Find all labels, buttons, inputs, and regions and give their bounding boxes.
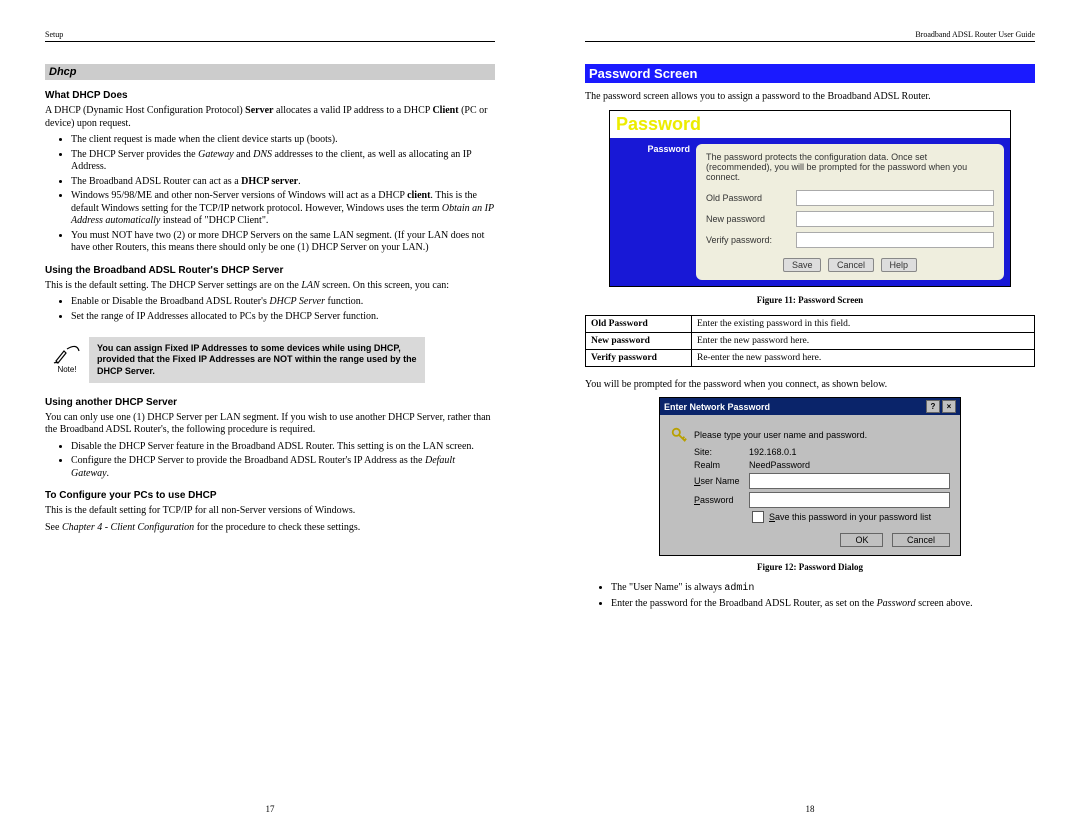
list-item: Enable or Disable the Broadband ADSL Rou… bbox=[71, 296, 495, 309]
password-intro: The password screen allows you to assign… bbox=[585, 91, 1035, 104]
old-password-input[interactable] bbox=[796, 190, 994, 206]
two-page-spread: Setup Dhcp What DHCP Does A DHCP (Dynami… bbox=[0, 0, 1080, 834]
page-header: Broadband ADSL Router User Guide bbox=[585, 30, 1035, 39]
password-notes: The "User Name" is always admin Enter th… bbox=[585, 582, 1035, 610]
list-item: The Broadband ADSL Router can act as a D… bbox=[71, 176, 495, 189]
cancel-button[interactable]: Cancel bbox=[828, 258, 874, 272]
help-button[interactable]: Help bbox=[881, 258, 918, 272]
dialog-message: Please type your user name and password. bbox=[694, 430, 867, 440]
list-item: The client request is made when the clie… bbox=[71, 134, 495, 147]
password-input[interactable] bbox=[749, 492, 950, 508]
list-item: The "User Name" is always admin bbox=[611, 582, 1035, 596]
heading-other-dhcp: Using another DHCP Server bbox=[45, 397, 495, 408]
verify-password-input[interactable] bbox=[796, 232, 994, 248]
password-label: Password bbox=[694, 495, 749, 505]
table-row: Old PasswordEnter the existing password … bbox=[586, 315, 1035, 332]
other-dhcp-desc: You can only use one (1) DHCP Server per… bbox=[45, 412, 495, 437]
figure-11-caption: Figure 11: Password Screen bbox=[585, 295, 1035, 305]
list-item: The DHCP Server provides the Gateway and… bbox=[71, 149, 495, 174]
page-number-right: 18 bbox=[585, 804, 1035, 814]
router-dhcp-desc: This is the default setting. The DHCP Se… bbox=[45, 280, 495, 293]
table-row: New passwordEnter the new password here. bbox=[586, 332, 1035, 349]
note-box: Note! You can assign Fixed IP Addresses … bbox=[45, 337, 495, 383]
new-password-input[interactable] bbox=[796, 211, 994, 227]
dhcp-bullets: The client request is made when the clie… bbox=[45, 134, 495, 255]
list-item: Disable the DHCP Server feature in the B… bbox=[71, 441, 495, 454]
list-item: You must NOT have two (2) or more DHCP S… bbox=[71, 230, 495, 255]
left-page: Setup Dhcp What DHCP Does A DHCP (Dynami… bbox=[0, 0, 540, 834]
header-right: Broadband ADSL Router User Guide bbox=[915, 30, 1035, 39]
table-row: Verify passwordRe-enter the new password… bbox=[586, 349, 1035, 366]
username-input[interactable] bbox=[749, 473, 950, 489]
key-icon bbox=[670, 426, 688, 444]
list-item: Enter the password for the Broadband ADS… bbox=[611, 598, 1035, 611]
realm-value: NeedPassword bbox=[749, 460, 950, 470]
password-prompt-text: You will be prompted for the password wh… bbox=[585, 379, 1035, 392]
new-password-label: New password bbox=[706, 214, 796, 224]
header-left: Setup bbox=[45, 30, 63, 39]
list-item: Windows 95/98/ME and other non-Server ve… bbox=[71, 190, 495, 228]
close-icon[interactable]: × bbox=[942, 400, 956, 413]
list-item: Configure the DHCP Server to provide the… bbox=[71, 455, 495, 480]
password-ui-title: Password bbox=[610, 111, 1010, 138]
dhcp-description: A DHCP (Dynamic Host Configuration Proto… bbox=[45, 105, 495, 130]
heading-using-router-dhcp: Using the Broadband ADSL Router's DHCP S… bbox=[45, 265, 495, 276]
heading-what-dhcp: What DHCP Does bbox=[45, 90, 495, 101]
section-heading-dhcp: Dhcp bbox=[45, 64, 495, 80]
verify-password-label: Verify password: bbox=[706, 235, 796, 245]
heading-config-pcs: To Configure your PCs to use DHCP bbox=[45, 490, 495, 501]
password-screenshot: Password Password The password protects … bbox=[609, 110, 1011, 287]
save-password-label: Save this password in your password list bbox=[769, 512, 931, 522]
section-heading-password: Password Screen bbox=[585, 64, 1035, 83]
page-header: Setup bbox=[45, 30, 495, 39]
save-password-checkbox[interactable] bbox=[752, 511, 764, 523]
config-pcs-see: See Chapter 4 - Client Configuration for… bbox=[45, 522, 495, 535]
header-rule bbox=[585, 41, 1035, 42]
note-text: You can assign Fixed IP Addresses to som… bbox=[89, 337, 425, 383]
password-dialog: Enter Network Password ? × Please type y… bbox=[659, 397, 961, 556]
help-icon[interactable]: ? bbox=[926, 400, 940, 413]
header-rule bbox=[45, 41, 495, 42]
password-ui-desc: The password protects the configuration … bbox=[706, 152, 994, 182]
username-label: User Name bbox=[694, 476, 749, 486]
figure-12-caption: Figure 12: Password Dialog bbox=[585, 562, 1035, 572]
old-password-label: Old Password bbox=[706, 193, 796, 203]
dialog-title: Enter Network Password bbox=[664, 402, 770, 412]
note-icon: Note! bbox=[45, 345, 89, 374]
save-button[interactable]: Save bbox=[783, 258, 822, 272]
cancel-button[interactable]: Cancel bbox=[892, 533, 950, 547]
page-number-left: 17 bbox=[45, 804, 495, 814]
router-dhcp-bullets: Enable or Disable the Broadband ADSL Rou… bbox=[45, 296, 495, 323]
site-value: 192.168.0.1 bbox=[749, 447, 950, 457]
other-dhcp-bullets: Disable the DHCP Server feature in the B… bbox=[45, 441, 495, 481]
ok-button[interactable]: OK bbox=[840, 533, 883, 547]
realm-label: Realm bbox=[694, 460, 749, 470]
list-item: Set the range of IP Addresses allocated … bbox=[71, 311, 495, 324]
password-ui-sidebar: Password bbox=[610, 138, 696, 286]
password-fields-table: Old PasswordEnter the existing password … bbox=[585, 315, 1035, 367]
right-page: Broadband ADSL Router User Guide Passwor… bbox=[540, 0, 1080, 834]
site-label: Site: bbox=[694, 447, 749, 457]
config-pcs-desc: This is the default setting for TCP/IP f… bbox=[45, 505, 495, 518]
